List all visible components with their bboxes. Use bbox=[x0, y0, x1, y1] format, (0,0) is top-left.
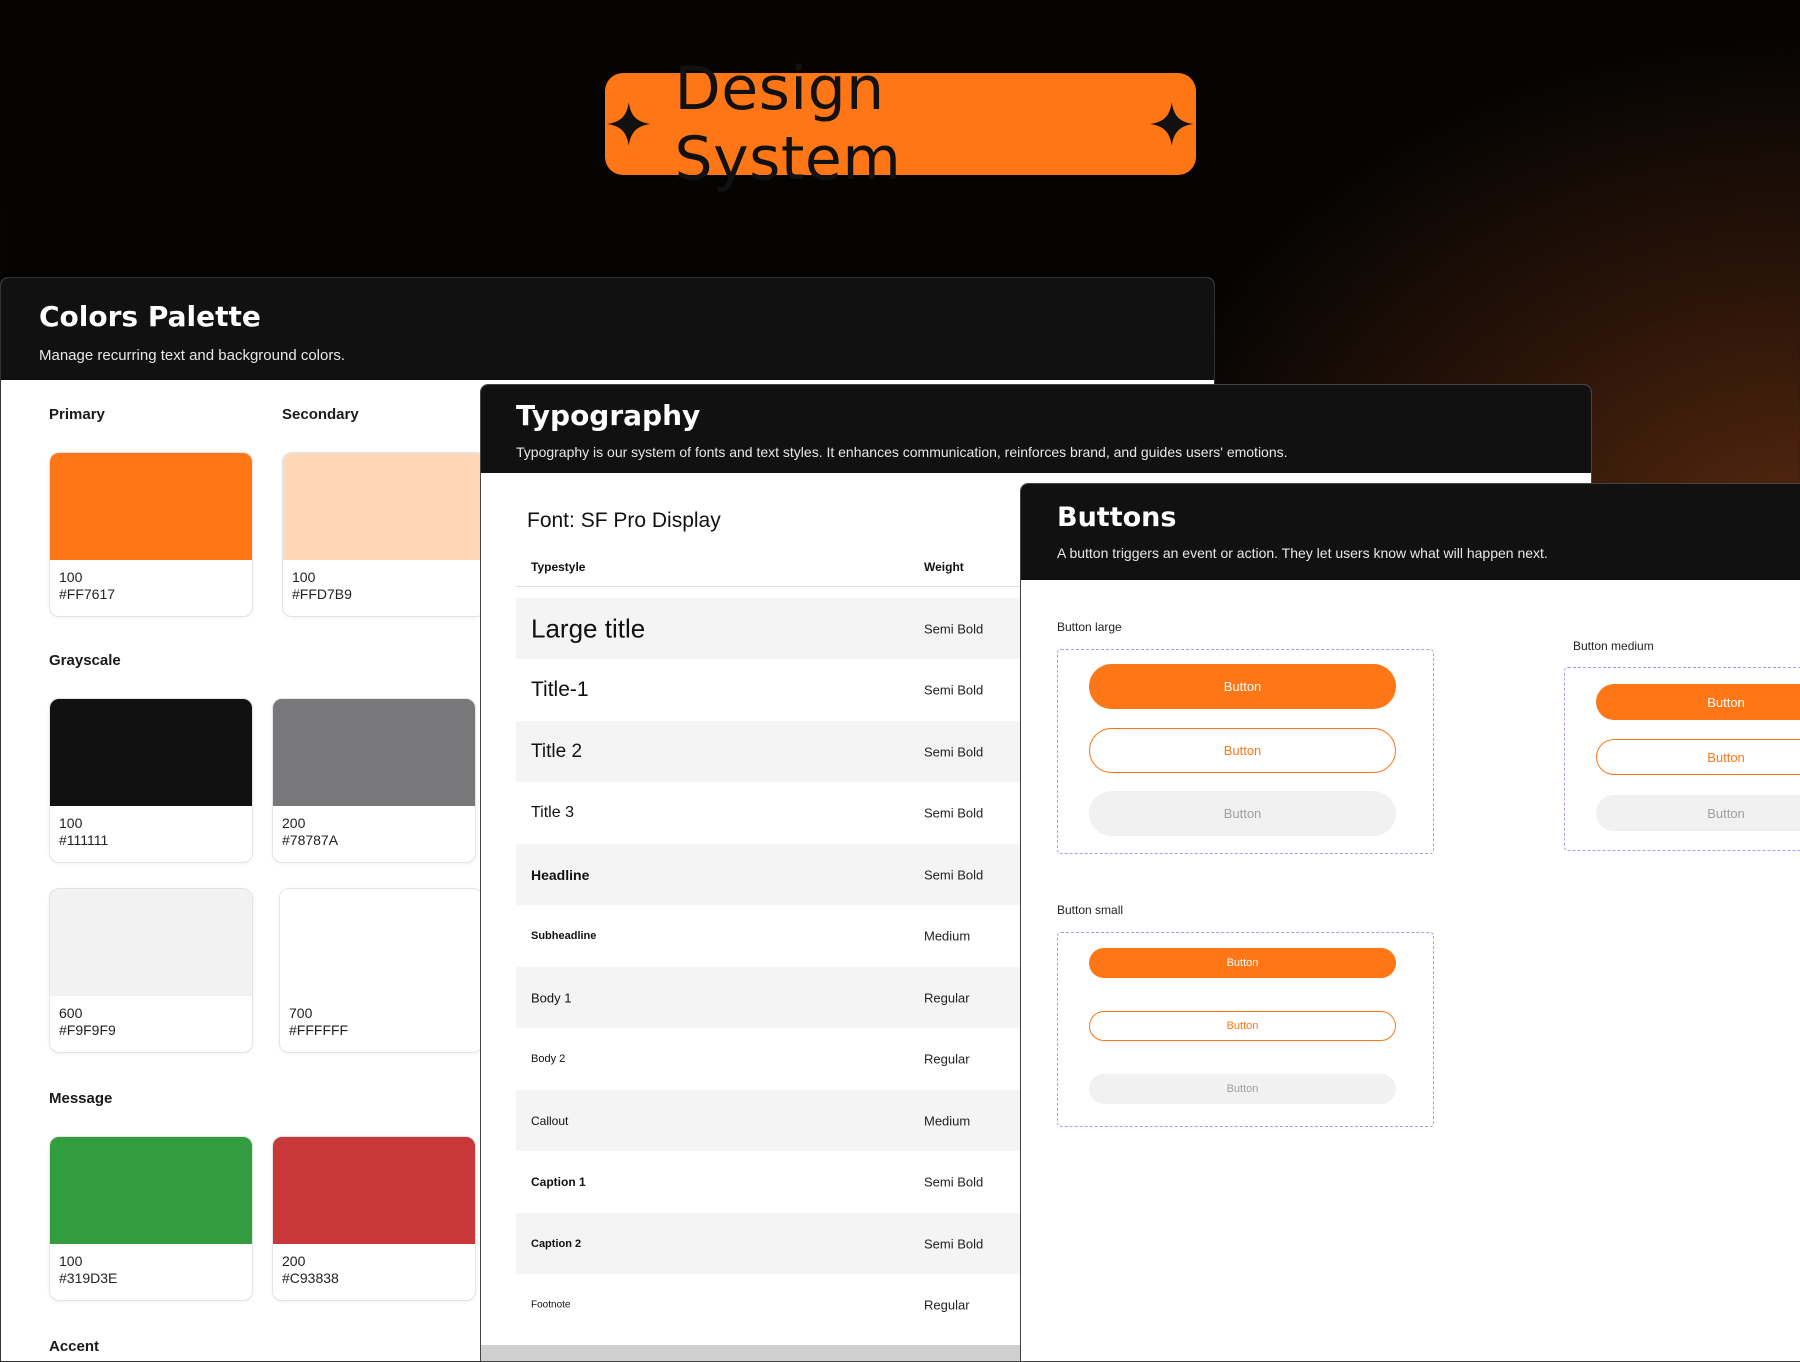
disabled-button-medium[interactable]: Button bbox=[1596, 795, 1800, 831]
color-swatch[interactable]: 100 #111111 bbox=[49, 698, 253, 863]
typestyle-name: Caption 2 bbox=[531, 1237, 582, 1250]
sparkle-icon bbox=[1150, 102, 1195, 146]
color-swatch[interactable]: 700 #FFFFFF bbox=[279, 888, 483, 1053]
primary-button-medium[interactable]: Button bbox=[1596, 684, 1800, 720]
swatch-hex: #319D3E bbox=[59, 1270, 118, 1286]
outline-button-large[interactable]: Button bbox=[1089, 728, 1396, 773]
swatch-color bbox=[273, 1137, 475, 1244]
swatch-shade: 200 bbox=[282, 1253, 306, 1269]
typestyle-weight: Regular bbox=[924, 1051, 970, 1066]
color-swatch[interactable]: 100 #319D3E bbox=[49, 1136, 253, 1301]
typestyle-name: Body 2 bbox=[531, 1052, 566, 1065]
swatch-shade: 100 bbox=[59, 569, 83, 585]
button-large-label: Button large bbox=[1057, 620, 1122, 634]
buttons-panel-header: Buttons A button triggers an event or ac… bbox=[1021, 484, 1800, 580]
colors-panel-title: Colors Palette bbox=[39, 300, 261, 333]
typestyle-weight: Semi Bold bbox=[924, 682, 984, 697]
typestyle-weight: Semi Bold bbox=[924, 805, 984, 820]
page-title: Design System bbox=[674, 54, 902, 194]
typestyle-weight: Semi Bold bbox=[924, 744, 984, 759]
swatch-shade: 200 bbox=[282, 815, 306, 831]
swatch-shade: 700 bbox=[289, 1005, 313, 1021]
swatch-hex: #78787A bbox=[282, 832, 339, 848]
swatch-color bbox=[273, 699, 475, 806]
color-swatch[interactable]: 200 #C93838 bbox=[272, 1136, 476, 1301]
disabled-button-small[interactable]: Button bbox=[1089, 1074, 1396, 1104]
swatch-hex: #FFFFFF bbox=[289, 1022, 349, 1038]
typestyle-weight: Semi Bold bbox=[924, 867, 984, 882]
column-header-typestyle: Typestyle bbox=[531, 560, 586, 574]
typestyle-name: Footnote bbox=[531, 1299, 571, 1310]
typography-panel-title: Typography bbox=[516, 399, 701, 432]
buttons-panel-subtitle: A button triggers an event or action. Th… bbox=[1057, 545, 1548, 561]
color-swatch[interactable]: 100 #FF7617 bbox=[49, 452, 253, 617]
button-large-group: Button Button Button bbox=[1057, 649, 1434, 854]
typestyle-weight: Semi Bold bbox=[924, 1174, 984, 1189]
typestyle-name: Title 2 bbox=[531, 740, 583, 762]
disabled-button-large[interactable]: Button bbox=[1089, 791, 1396, 836]
sparkle-icon bbox=[606, 102, 651, 146]
swatch-hex: #C93838 bbox=[282, 1270, 339, 1286]
typestyle-name: Callout bbox=[531, 1113, 569, 1128]
typestyle-name: Body 1 bbox=[531, 990, 572, 1005]
typography-panel-subtitle: Typography is our system of fonts and te… bbox=[516, 444, 1288, 460]
secondary-label: Secondary bbox=[282, 406, 359, 423]
typestyle-weight: Medium bbox=[924, 1113, 971, 1128]
primary-button-large[interactable]: Button bbox=[1089, 664, 1396, 709]
outline-button-medium[interactable]: Button bbox=[1596, 739, 1800, 775]
typestyle-weight: Semi Bold bbox=[924, 621, 984, 636]
buttons-panel-title: Buttons bbox=[1057, 502, 1177, 533]
swatch-color bbox=[283, 453, 485, 560]
swatch-hex: #111111 bbox=[59, 832, 109, 848]
design-system-badge: Design System bbox=[605, 54, 1196, 194]
color-swatch[interactable]: 600 #F9F9F9 bbox=[49, 888, 253, 1053]
swatch-hex: #F9F9F9 bbox=[59, 1022, 116, 1038]
colors-panel-header: Colors Palette Manage recurring text and… bbox=[1, 278, 1214, 380]
column-header-weight: Weight bbox=[924, 560, 964, 574]
accent-label: Accent bbox=[49, 1338, 100, 1355]
typestyle-name: Headline bbox=[531, 866, 590, 883]
typestyle-weight: Regular bbox=[924, 990, 970, 1005]
swatch-shade: 100 bbox=[292, 569, 316, 585]
button-medium-group: Button Button Button bbox=[1564, 667, 1800, 851]
typestyle-weight: Semi Bold bbox=[924, 1236, 984, 1251]
primary-button-small[interactable]: Button bbox=[1089, 948, 1396, 978]
typography-panel-header: Typography Typography is our system of f… bbox=[481, 385, 1591, 473]
typestyle-weight: Regular bbox=[924, 1297, 970, 1312]
color-swatch[interactable]: 100 #FFD7B9 bbox=[282, 452, 486, 617]
button-medium-label: Button medium bbox=[1573, 639, 1654, 653]
swatch-color bbox=[50, 453, 252, 560]
swatch-shade: 600 bbox=[59, 1005, 83, 1021]
typestyle-weight: Medium bbox=[924, 928, 971, 943]
swatch-color bbox=[50, 1137, 252, 1244]
typestyle-name: Title 3 bbox=[531, 803, 574, 821]
swatch-color bbox=[50, 699, 252, 806]
swatch-hex: #FFD7B9 bbox=[292, 586, 352, 602]
swatch-color bbox=[280, 889, 482, 996]
swatch-hex: #FF7617 bbox=[59, 586, 116, 602]
typestyle-name: Title-1 bbox=[531, 677, 589, 701]
font-name: Font: SF Pro Display bbox=[527, 509, 721, 532]
button-small-label: Button small bbox=[1057, 903, 1124, 917]
swatch-shade: 100 bbox=[59, 815, 83, 831]
typestyle-name: Caption 1 bbox=[531, 1174, 586, 1189]
typestyle-name: Subheadline bbox=[531, 929, 597, 942]
colors-panel-subtitle: Manage recurring text and background col… bbox=[39, 347, 346, 364]
buttons-panel: Buttons A button triggers an event or ac… bbox=[1020, 483, 1800, 1362]
outline-button-small[interactable]: Button bbox=[1089, 1011, 1396, 1041]
message-label: Message bbox=[49, 1090, 113, 1107]
typestyle-name: Large title bbox=[531, 613, 646, 643]
button-small-group: Button Button Button bbox=[1057, 932, 1434, 1127]
primary-label: Primary bbox=[49, 406, 105, 423]
color-swatch[interactable]: 200 #78787A bbox=[272, 698, 476, 863]
grayscale-label: Grayscale bbox=[49, 652, 121, 669]
swatch-shade: 100 bbox=[59, 1253, 83, 1269]
swatch-color bbox=[50, 889, 252, 996]
